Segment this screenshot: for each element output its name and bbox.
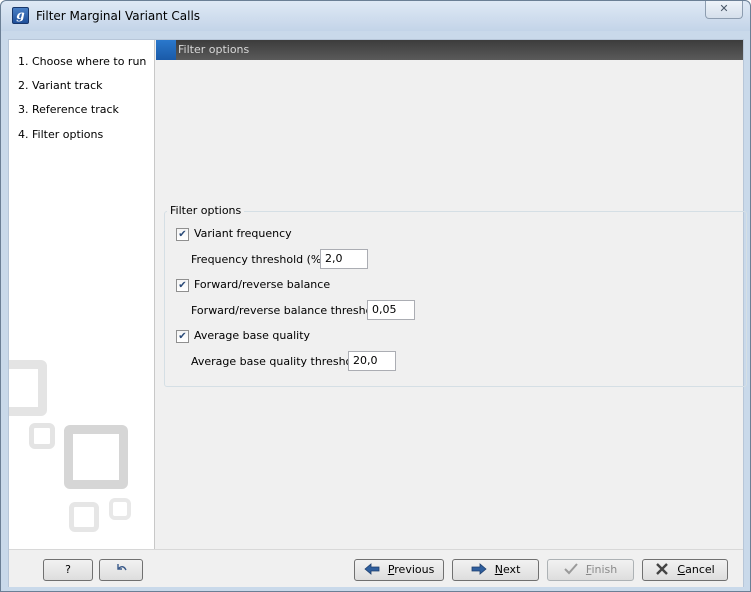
previous-label: revious	[394, 563, 435, 576]
frequency-threshold-input[interactable]: 2,0	[320, 249, 368, 269]
cancel-label: ancel	[685, 563, 715, 576]
cancel-mnemonic: C	[677, 563, 686, 576]
wizard-steps-panel: 1. Choose where to run 2. Variant track …	[9, 40, 155, 549]
average-base-quality-checkbox[interactable]: ✔	[176, 330, 189, 343]
next-label: ext	[502, 563, 521, 576]
next-mnemonic: N	[494, 563, 503, 576]
button-bar: ? Previous Next Finish Cancel	[9, 549, 743, 587]
dialog-body: 1. Choose where to run 2. Variant track …	[8, 39, 747, 587]
dialog-window: g Filter Marginal Variant Calls ✕ 1. Cho…	[0, 0, 751, 592]
arrow-left-icon	[364, 563, 384, 578]
step-filter-options: 4. Filter options	[18, 128, 104, 141]
title-bar[interactable]: g Filter Marginal Variant Calls ✕	[1, 1, 750, 31]
variant-frequency-label[interactable]: Variant frequency	[194, 227, 292, 240]
step-choose-where-to-run: 1. Choose where to run	[18, 55, 147, 68]
checkmark-icon	[564, 563, 582, 578]
filter-options-group: Filter options ✔ Variant frequency Frequ…	[164, 204, 747, 387]
help-button[interactable]: ?	[43, 559, 93, 581]
group-title: Filter options	[167, 204, 245, 217]
cancel-button[interactable]: Cancel	[642, 559, 728, 581]
average-base-quality-threshold-label: Average base quality threshold	[191, 355, 363, 368]
window-title: Filter Marginal Variant Calls	[36, 9, 201, 23]
header-accent	[156, 40, 176, 60]
reset-button[interactable]	[99, 559, 143, 581]
forward-reverse-threshold-input[interactable]: 0,05	[367, 300, 415, 320]
app-logo-icon: g	[12, 7, 29, 24]
previous-button[interactable]: Previous	[354, 559, 444, 581]
frequency-threshold-label: Frequency threshold (%)	[191, 253, 326, 266]
panel-header-title: Filter options	[178, 43, 250, 56]
variant-frequency-checkbox[interactable]: ✔	[176, 228, 189, 241]
undo-icon	[114, 563, 128, 576]
average-base-quality-label[interactable]: Average base quality	[194, 329, 310, 342]
forward-reverse-balance-label[interactable]: Forward/reverse balance	[194, 278, 330, 291]
step-reference-track: 3. Reference track	[18, 103, 119, 116]
finish-button: Finish	[547, 559, 634, 581]
forward-reverse-threshold-label: Forward/reverse balance threshold	[191, 304, 383, 317]
finish-label: inish	[591, 563, 618, 576]
arrow-right-icon	[471, 563, 491, 578]
x-icon	[655, 563, 673, 578]
close-button[interactable]: ✕	[705, 1, 743, 19]
next-button[interactable]: Next	[452, 559, 539, 581]
forward-reverse-balance-checkbox[interactable]: ✔	[176, 279, 189, 292]
main-panel: Filter options Filter options ✔ Variant …	[156, 40, 747, 549]
panel-header: Filter options	[156, 40, 743, 60]
average-base-quality-threshold-input[interactable]: 20,0	[348, 351, 396, 371]
step-variant-track: 2. Variant track	[18, 79, 103, 92]
